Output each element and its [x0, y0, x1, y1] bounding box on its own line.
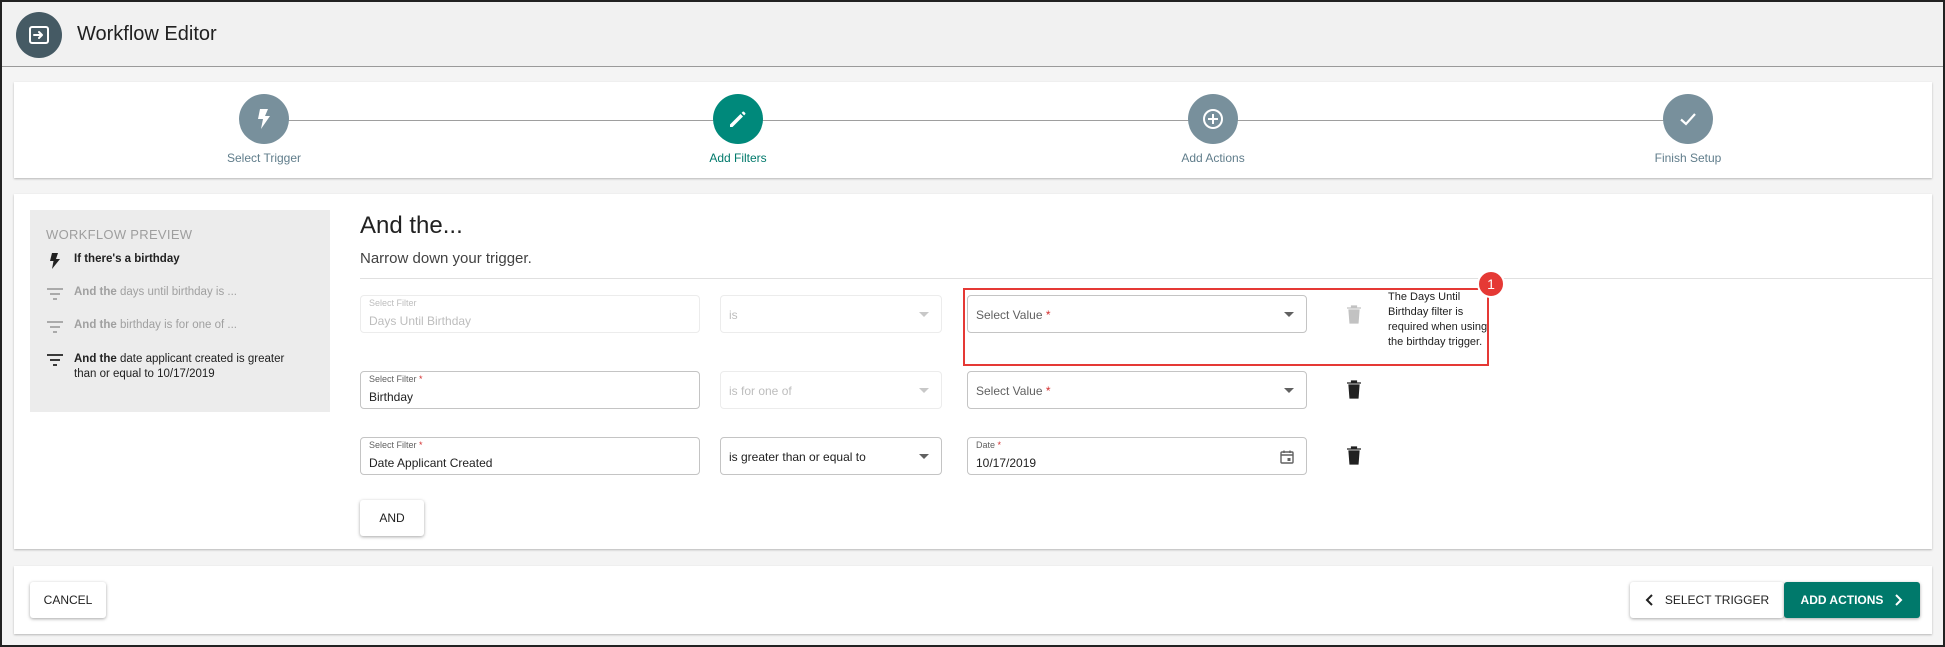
chevron-right-icon [1895, 594, 1903, 606]
filter-icon [47, 288, 63, 300]
delete-icon[interactable] [1346, 445, 1362, 465]
check-icon [1663, 94, 1713, 144]
app-title: Workflow Editor [77, 23, 217, 45]
annotation-badge: 1 [1477, 270, 1505, 298]
preview-item-trigger: If there's a birthday [46, 253, 180, 269]
delete-icon[interactable] [1346, 379, 1362, 399]
bolt-icon [239, 94, 289, 144]
page-subheading: Narrow down your trigger. [360, 250, 532, 267]
step-add-actions[interactable]: Add Actions [1133, 94, 1293, 165]
add-actions-button[interactable]: ADD ACTIONS [1784, 582, 1920, 618]
filter-select-date-applicant-created[interactable]: Select Filter * Date Applicant Created [360, 437, 700, 475]
app-bar: Workflow Editor [2, 2, 1943, 67]
step-label: Add Filters [709, 151, 767, 165]
date-field[interactable]: Date * 10/17/2019 [967, 437, 1307, 475]
calendar-icon[interactable] [1280, 450, 1294, 464]
step-label: Select Trigger [226, 151, 302, 165]
chevron-down-icon [919, 312, 929, 317]
footer-bar: CANCEL SELECT TRIGGER ADD ACTIONS [14, 566, 1932, 634]
operator-select[interactable]: is greater than or equal to [720, 437, 942, 475]
step-label: Add Actions [1181, 151, 1245, 165]
operator-select: is [720, 295, 942, 333]
cancel-button[interactable]: CANCEL [30, 582, 106, 618]
filter-select-birthday[interactable]: Select Filter * Birthday [360, 371, 700, 409]
annotation-highlight [963, 288, 1489, 366]
page-heading: And the... [360, 212, 463, 239]
chevron-left-icon [1645, 594, 1653, 606]
bolt-icon [50, 253, 60, 269]
step-finish-setup[interactable]: Finish Setup [1608, 94, 1768, 165]
filter-select-days-until-birthday: Select Filter Days Until Birthday [360, 295, 700, 333]
and-button[interactable]: AND [360, 500, 424, 536]
preview-item-filter: And the birthday is for one of ... [46, 319, 237, 335]
step-add-filters[interactable]: Add Filters [658, 94, 818, 165]
operator-select: is for one of [720, 371, 942, 409]
workflow-preview: WORKFLOW PREVIEW If there's a birthday A… [30, 210, 330, 412]
chevron-down-icon [1284, 388, 1294, 393]
stepper-connector [264, 120, 1688, 121]
preview-item-filter: And the days until birthday is ... [46, 286, 237, 302]
filters-card: WORKFLOW PREVIEW If there's a birthday A… [14, 194, 1932, 549]
filter-icon [47, 354, 63, 366]
select-trigger-button[interactable]: SELECT TRIGGER [1630, 582, 1784, 618]
step-select-trigger[interactable]: Select Trigger [184, 94, 344, 165]
pencil-icon [713, 94, 763, 144]
preview-title: WORKFLOW PREVIEW [46, 227, 193, 242]
divider [360, 278, 1932, 279]
chevron-down-icon [919, 388, 929, 393]
filter-icon [47, 321, 63, 333]
plus-circle-icon [1188, 94, 1238, 144]
value-select[interactable]: Select Value * [967, 371, 1307, 409]
workflow-stepper: Select Trigger Add Filters Add Actions F… [14, 82, 1932, 178]
preview-item-filter: And the date applicant created is greate… [46, 352, 306, 382]
exit-workflow-icon[interactable] [16, 12, 62, 58]
chevron-down-icon [919, 454, 929, 459]
step-label: Finish Setup [1654, 151, 1722, 165]
